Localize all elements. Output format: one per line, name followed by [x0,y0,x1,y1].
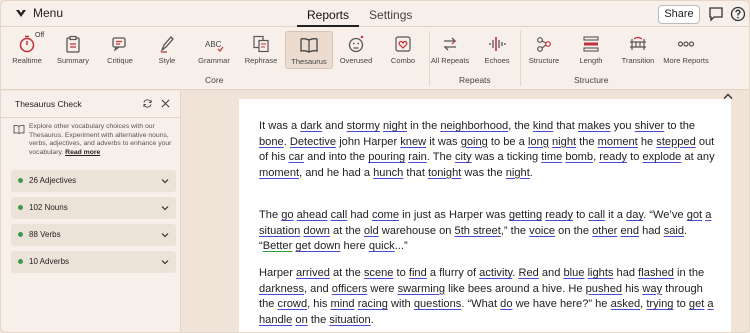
document-page[interactable]: It was a dark and stormy night in the ne… [239,99,731,332]
category-label: 88 Verbs [29,230,61,239]
status-dot [18,205,23,210]
realtime-tool[interactable]: Realtime [3,31,51,69]
category-label: 10 Adverbs [29,257,70,266]
face-icon [348,35,364,53]
status-dot [18,232,23,237]
read-more-link[interactable]: Read more [65,149,100,156]
all-repeats-tool[interactable]: All Repeats [426,31,474,69]
group-structure-label: Structure [574,75,609,85]
chevron-down-icon [161,233,169,238]
summary-label: Summary [56,56,90,65]
logo-icon [16,10,26,17]
arrows-icon [443,37,457,51]
critique-label: Critique [107,56,133,65]
close-icon[interactable] [160,98,171,109]
all-repeats-label: All Repeats [430,56,470,65]
book-icon [300,38,318,53]
grammar-label: Grammar [198,56,230,65]
group-core-label: Core [205,75,224,85]
rephrase-tool[interactable]: Rephrase [237,31,285,69]
menu-label: Menu [33,6,64,20]
top-bar: Menu Reports Settings Share [1,1,749,27]
svg-text:ABC: ABC [205,40,222,49]
book-icon [13,124,25,134]
panel-divider [1,117,181,118]
length-label: Length [579,56,603,65]
chevron-down-icon [161,206,169,211]
bars-icon [583,36,599,52]
combo-label: Combo [390,56,416,65]
length-tool[interactable]: Length [567,31,615,69]
overused-tool[interactable]: Overused [332,31,380,69]
structure-tool[interactable]: Structure [520,31,568,69]
dots-icon [677,41,695,47]
menu-button[interactable]: Menu [15,6,63,20]
style-tool[interactable]: Style [143,31,191,69]
thesaurus-panel: Thesaurus Check Explore other vocabulary… [1,91,181,332]
tab-reports[interactable]: Reports [297,1,360,27]
chevron-down-icon [161,260,169,265]
overused-label: Overused [339,56,373,65]
echoes-label: Echoes [484,56,510,65]
rephrase-label: Rephrase [244,56,278,65]
app-window: Menu Reports Settings Share Off Realtime… [0,0,750,333]
group-repeats-label: Repeats [459,75,491,85]
heart-icon [395,36,411,52]
pen-icon [160,36,174,53]
waveform-icon [489,37,506,51]
category-verbs[interactable]: 88 Verbs [11,224,176,246]
category-label: 26 Adjectives [29,176,77,185]
thesaurus-label: Thesaurus [291,57,327,66]
transition-label: Transition [621,56,655,65]
paragraph-1: It was a dark and stormy night in the ne… [259,120,715,179]
critique-tool[interactable]: Critique [96,31,144,69]
chat-icon [112,37,126,52]
help-icon[interactable] [730,6,746,22]
rephrase-icon [253,35,269,53]
share-button[interactable]: Share [658,5,700,24]
more-reports-tool[interactable]: More Reports [661,31,711,69]
tab-settings[interactable]: Settings [359,1,422,27]
bridge-icon [630,36,646,50]
status-dot [18,178,23,183]
style-label: Style [158,56,176,65]
category-adjectives[interactable]: 26 Adjectives [11,170,176,192]
structure-label: Structure [528,56,560,65]
tab-bar: Reports Settings [297,1,422,27]
combo-tool[interactable]: Combo [379,31,427,69]
category-label: 102 Nouns [29,203,68,212]
grammar-tool[interactable]: ABC Grammar [190,31,238,69]
paragraph-3: Harper arrived at the scene to find a fl… [259,267,714,326]
more-reports-label: More Reports [663,56,709,65]
refresh-icon[interactable] [142,98,153,109]
chevron-down-icon [161,179,169,184]
thesaurus-tool[interactable]: Thesaurus [285,31,333,69]
panel-info-text: Explore other vocabulary choices with ou… [29,123,173,157]
nodes-icon [537,37,551,52]
abc-icon: ABC [205,40,224,52]
panel-title: Thesaurus Check [15,99,82,109]
panel-info: Explore other vocabulary choices with ou… [13,123,173,157]
paragraph-2: The go ahead call had come in just as Ha… [259,209,712,252]
reports-toolbar: Off Realtime Summary Critique Style ABC … [1,27,749,90]
realtime-label: Realtime [12,56,42,65]
summary-tool[interactable]: Summary [49,31,97,69]
status-dot [18,259,23,264]
clipboard-icon [66,35,80,53]
timer-icon [19,35,35,53]
echoes-tool[interactable]: Echoes [473,31,521,69]
category-adverbs[interactable]: 10 Adverbs [11,251,176,273]
comment-icon[interactable] [708,6,724,22]
category-nouns[interactable]: 102 Nouns [11,197,176,219]
transition-tool[interactable]: Transition [614,31,662,69]
